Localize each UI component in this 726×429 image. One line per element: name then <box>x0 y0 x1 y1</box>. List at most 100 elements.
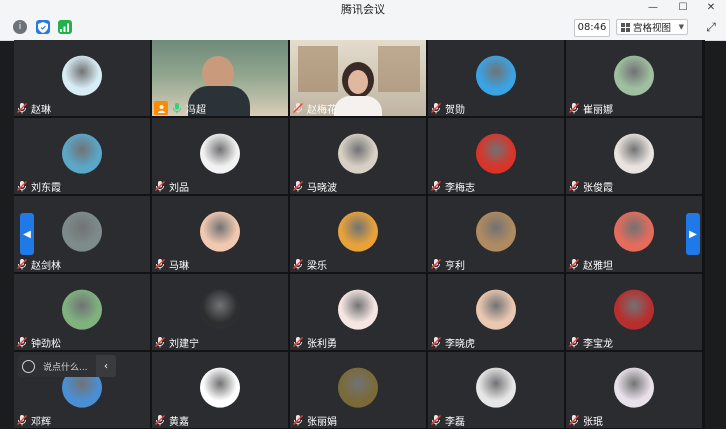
girl-photo-avatar <box>614 133 654 174</box>
car-avatar <box>614 289 654 330</box>
sketch-avatar <box>338 133 378 174</box>
participant-name: 张俊霞 <box>583 182 613 194</box>
fullscreen-icon[interactable]: ⤢ <box>700 20 722 35</box>
info-icon[interactable]: i <box>13 20 27 34</box>
black-cat-avatar <box>200 367 240 408</box>
participant-name-bar: 冯超 <box>154 101 206 116</box>
participant-name-bar: 张丽娟 <box>292 413 337 428</box>
participant-name: 黄嘉 <box>169 416 189 428</box>
participant-name-bar: 梁乐 <box>292 257 327 272</box>
participant-name: 张珉 <box>583 416 603 428</box>
next-page-button[interactable]: ▶ <box>686 213 700 255</box>
mic-muted-icon <box>568 102 580 114</box>
participant-name-bar: 赵梅花 <box>292 101 337 116</box>
participant-tile[interactable]: 马晓波 <box>290 118 426 194</box>
participant-name-bar: 贺勋 <box>430 101 465 116</box>
emoji-icon[interactable] <box>22 359 35 373</box>
maximize-icon[interactable]: ☐ <box>672 0 694 15</box>
white-avatar <box>200 133 240 174</box>
participant-grid: 赵琳 冯超 赵梅花 贺勋 崔丽娜刘东霞 刘品 马晓波 李梅志 张俊霞赵剑林 马琳 梁乐 亨利 赵雅坦钟劲… <box>14 40 705 429</box>
mic-on-icon <box>171 102 183 114</box>
previous-page-button[interactable]: ◀ <box>20 213 34 255</box>
mic-muted-icon <box>154 258 166 270</box>
lamp-avatar <box>200 289 240 330</box>
participant-tile[interactable]: 李磊 <box>428 352 564 428</box>
participant-tile[interactable]: 张利勇 <box>290 274 426 350</box>
participant-tile[interactable]: 李晓虎 <box>428 274 564 350</box>
beach-avatar <box>62 133 102 174</box>
participant-tile[interactable]: 刘东霞 <box>14 118 150 194</box>
participant-name: 马琳 <box>169 260 189 272</box>
participant-tile[interactable]: 亨利 <box>428 196 564 272</box>
participant-tile[interactable]: 黄嘉 <box>152 352 288 428</box>
girl-cartoon-avatar <box>338 289 378 330</box>
landscape-avatar <box>614 55 654 96</box>
participant-name: 刘东霞 <box>31 182 61 194</box>
mic-muted-icon <box>16 258 28 270</box>
participant-name: 赵雅坦 <box>583 260 613 272</box>
participant-name: 梁乐 <box>307 260 327 272</box>
host-badge-icon <box>154 101 168 115</box>
mic-muted-icon <box>568 336 580 348</box>
participant-name: 赵梅花 <box>307 104 337 116</box>
participant-tile[interactable]: 李宝龙 <box>566 274 702 350</box>
title-bar: 腾讯会议 — ☐ ✕ <box>0 0 726 16</box>
participant-name: 李磊 <box>445 416 465 428</box>
meeting-toolbar: i 08:46 宫格视图 ▼ ⤢ <box>0 15 726 41</box>
participant-name: 赵琳 <box>31 104 51 116</box>
chat-input-bar[interactable]: 说点什么... ‹ <box>18 355 116 377</box>
participant-name: 崔丽娜 <box>583 104 613 116</box>
participant-name-bar: 钟劲松 <box>16 335 61 350</box>
participant-tile[interactable]: 赵琳 <box>14 40 150 116</box>
participant-tile[interactable]: 赵梅花 <box>290 40 426 116</box>
participant-tile[interactable]: 赵雅坦 <box>566 196 702 272</box>
participant-name-bar: 张俊霞 <box>568 179 613 194</box>
participant-name-bar: 李宝龙 <box>568 335 613 350</box>
mic-muted-icon <box>154 180 166 192</box>
black-cat-photo-avatar <box>476 367 516 408</box>
close-icon[interactable]: ✕ <box>700 0 722 15</box>
participant-tile[interactable]: 钟劲松 <box>14 274 150 350</box>
participant-tile[interactable]: 崔丽娜 <box>566 40 702 116</box>
mic-muted-icon <box>430 102 442 114</box>
minimize-icon[interactable]: — <box>642 0 664 15</box>
participant-tile[interactable]: 张丽娟 <box>290 352 426 428</box>
mic-muted-icon <box>292 258 304 270</box>
participant-name: 马晓波 <box>307 182 337 194</box>
participant-tile[interactable]: 贺勋 <box>428 40 564 116</box>
participant-tile[interactable]: 张俊霞 <box>566 118 702 194</box>
view-mode-button[interactable]: 宫格视图 ▼ <box>616 19 688 35</box>
participant-name-bar: 张珉 <box>568 413 603 428</box>
participant-tile[interactable]: 张珉 <box>566 352 702 428</box>
chevron-left-icon[interactable]: ‹ <box>96 355 116 377</box>
participant-name-bar: 马晓波 <box>292 179 337 194</box>
mic-muted-icon <box>16 180 28 192</box>
participant-tile[interactable]: 刘品 <box>152 118 288 194</box>
participant-tile[interactable]: 冯超 <box>152 40 288 116</box>
meeting-time: 08:46 <box>574 19 610 37</box>
participant-tile[interactable]: 马琳 <box>152 196 288 272</box>
participant-tile[interactable]: 梁乐 <box>290 196 426 272</box>
mic-muted-icon <box>154 336 166 348</box>
shield-icon[interactable] <box>36 20 50 34</box>
mic-muted-icon <box>16 414 28 426</box>
mic-muted-icon <box>568 258 580 270</box>
participant-name-bar: 马琳 <box>154 257 189 272</box>
participant-name-bar: 赵剑林 <box>16 257 61 272</box>
participant-name-bar: 李晓虎 <box>430 335 475 350</box>
mic-muted-icon <box>430 180 442 192</box>
chevron-down-icon: ▼ <box>678 23 684 31</box>
participant-name: 邓辉 <box>31 416 51 428</box>
participant-name: 贺勋 <box>445 104 465 116</box>
participant-tile[interactable]: 赵剑林 <box>14 196 150 272</box>
participant-tile[interactable]: 李梅志 <box>428 118 564 194</box>
mic-muted-icon <box>430 414 442 426</box>
red-pattern-avatar <box>476 133 516 174</box>
mic-muted-icon <box>16 336 28 348</box>
mic-muted-icon <box>430 258 442 270</box>
participant-name-bar: 亨利 <box>430 257 465 272</box>
mic-muted-icon <box>292 414 304 426</box>
signal-icon[interactable] <box>58 20 72 34</box>
participant-tile[interactable]: 刘建宁 <box>152 274 288 350</box>
participant-name: 张丽娟 <box>307 416 337 428</box>
